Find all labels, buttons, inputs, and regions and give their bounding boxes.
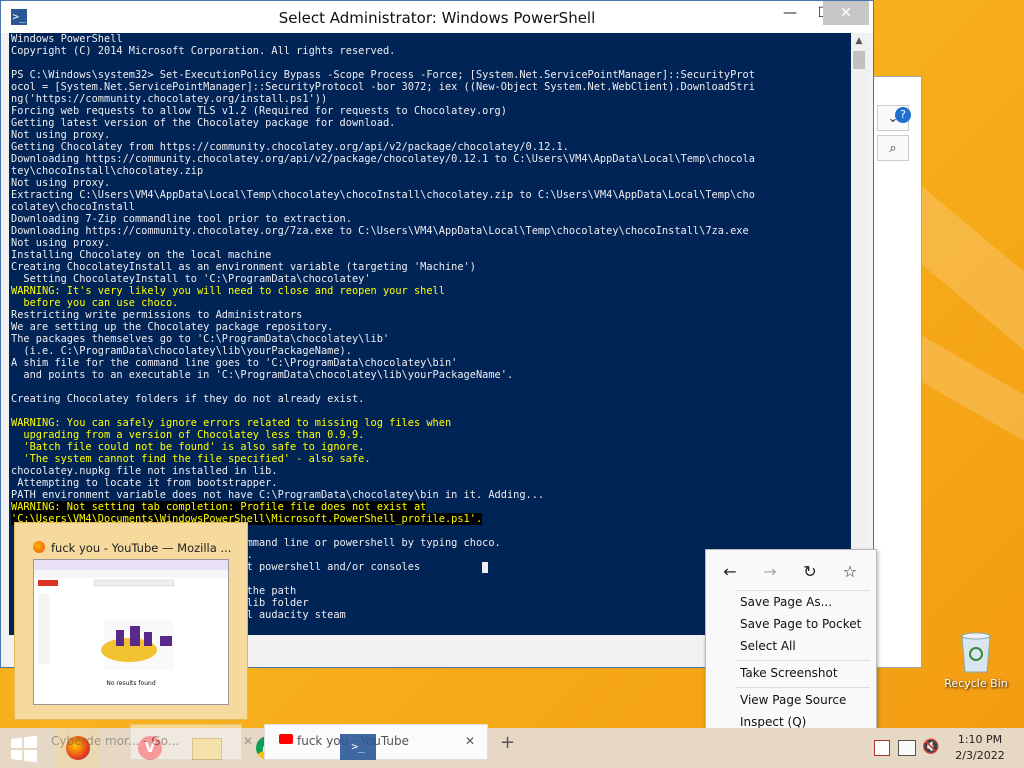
console-line: chocolatey.nupkg file not installed in l…: [11, 465, 278, 477]
menu-item-save-to-pocket[interactable]: Save Page to Pocket: [740, 617, 861, 631]
back-icon[interactable]: ←: [718, 562, 742, 586]
search-icon[interactable]: ⌕: [877, 135, 909, 161]
browser-context-menu: ← → ↻ ☆ Save Page As... Save Page to Poc…: [705, 549, 877, 735]
vertical-scrollbar[interactable]: ▲ ▼: [851, 33, 867, 635]
action-center-icon[interactable]: [874, 740, 890, 756]
tab-youtube[interactable]: fuck you - YouTube ✕: [264, 724, 488, 760]
console-line: upgrading from a version of Chocolatey l…: [11, 429, 365, 441]
reload-icon[interactable]: ↻: [798, 562, 822, 586]
menu-item-select-all[interactable]: Select All: [740, 639, 796, 653]
taskbar-powershell[interactable]: >_: [340, 734, 376, 760]
console-line: WARNING: It's very likely you will need …: [11, 285, 445, 297]
recycle-bin[interactable]: Recycle Bin: [942, 630, 1010, 690]
console-line: Installing Chocolatey on the local machi…: [11, 249, 272, 261]
title-bar[interactable]: >_ Select Administrator: Windows PowerSh…: [1, 1, 873, 33]
menu-item-view-page-source[interactable]: View Page Source: [740, 693, 846, 707]
console-line: 'Batch file could not be found' is also …: [11, 441, 365, 453]
close-tab-icon[interactable]: ✕: [243, 734, 253, 748]
firefox-icon: [33, 541, 45, 553]
window-title: Select Administrator: Windows PowerShell: [278, 9, 596, 27]
console-line: before you can use choco.: [11, 297, 179, 309]
console-line: Downloading https://community.chocolatey…: [11, 153, 755, 165]
console-line: Not using proxy.: [11, 129, 111, 141]
thumbnail-image: No results found: [33, 559, 229, 705]
console-line: Creating Chocolatey folders if they do n…: [11, 393, 365, 405]
network-icon[interactable]: [898, 740, 916, 756]
console-line: Downloading https://community.chocolatey…: [11, 225, 749, 237]
text-cursor: [482, 561, 489, 573]
console-line: Downloading 7-Zip commandline tool prior…: [11, 213, 352, 225]
console-line: Setting ChocolateyInstall to 'C:\Program…: [11, 273, 371, 285]
console-line: Getting Chocolatey from https://communit…: [11, 141, 569, 153]
bookmark-star-icon[interactable]: ☆: [838, 562, 862, 586]
console-line: Attempting to locate it from bootstrappe…: [11, 477, 278, 489]
console-line: Windows PowerShell: [11, 33, 123, 45]
thumbnail-title: fuck you - YouTube — Mozilla ...: [51, 541, 232, 555]
clock-time[interactable]: 1:10 PM: [950, 733, 1010, 746]
scroll-thumb[interactable]: [853, 51, 865, 69]
console-line: Forcing web requests to allow TLS v1.2 (…: [11, 105, 507, 117]
context-nav-row: ← → ↻ ☆: [706, 558, 876, 586]
menu-separator: [736, 687, 870, 688]
console-line: Extracting C:\Users\VM4\AppData\Local\Te…: [11, 189, 755, 201]
console-line: Not using proxy.: [11, 237, 111, 249]
console-line: colatey\chocoInstall: [11, 201, 135, 213]
background-window: ⌄ ⌕ ?: [870, 76, 922, 668]
console-line: tey\chocoInstall\chocolatey.zip: [11, 165, 204, 177]
console-line: PS C:\Windows\system32> Set-ExecutionPol…: [11, 69, 755, 81]
console-line: The packages themselves go to 'C:\Progra…: [11, 333, 390, 345]
forward-icon[interactable]: →: [758, 562, 782, 586]
recycle-bin-icon: [961, 632, 991, 673]
console-line: Copyright (C) 2014 Microsoft Corporation…: [11, 45, 396, 57]
close-button[interactable]: ✕: [823, 1, 869, 25]
help-icon[interactable]: ?: [895, 107, 911, 123]
console-line: Getting latest version of the Chocolatey…: [11, 117, 396, 129]
console-line: Not using proxy.: [11, 177, 111, 189]
minimize-button[interactable]: —: [773, 1, 807, 25]
console-line: (i.e. C:\ProgramData\chocolatey\lib\your…: [11, 345, 352, 357]
console-line: ng('https://community.chocolatey.org/ins…: [11, 93, 328, 105]
clock-date[interactable]: 2/3/2022: [950, 749, 1010, 762]
taskbar-thumbnail-preview[interactable]: fuck you - YouTube — Mozilla ... No resu…: [14, 522, 248, 720]
tab-google-label: Cyberde mor... - Go...: [51, 734, 180, 748]
new-tab-button[interactable]: +: [500, 732, 515, 753]
console-line: WARNING: Not setting tab completion: Pro…: [11, 501, 427, 513]
close-tab-icon[interactable]: ✕: [465, 734, 475, 748]
start-button[interactable]: [10, 735, 38, 763]
menu-separator: [736, 660, 870, 661]
volume-muted-icon[interactable]: 🔇: [922, 739, 939, 755]
menu-separator: [736, 590, 870, 591]
recycle-bin-label: Recycle Bin: [944, 677, 1008, 690]
console-line: We are setting up the Chocolatey package…: [11, 321, 334, 333]
no-results-text: No results found: [106, 680, 156, 687]
menu-item-inspect[interactable]: Inspect (Q): [740, 715, 806, 729]
menu-item-save-page-as[interactable]: Save Page As...: [740, 595, 832, 609]
youtube-icon: [279, 734, 293, 744]
taskbar: V Cyberde mor... - Go... ✕ fuck you - Yo…: [0, 724, 1024, 768]
tab-google[interactable]: Cyberde mor... - Go... ✕: [51, 724, 253, 760]
scroll-up-icon[interactable]: ▲: [851, 33, 867, 49]
console-line: A shim file for the command line goes to…: [11, 357, 458, 369]
console-line: Creating ChocolateyInstall as an environ…: [11, 261, 476, 273]
console-line: PATH environment variable does not have …: [11, 489, 545, 501]
console-line: WARNING: You can safely ignore errors re…: [11, 417, 452, 429]
console-line: and points to an executable in 'C:\Progr…: [11, 369, 514, 381]
console-line: 'The system cannot find the file specifi…: [11, 453, 371, 465]
menu-item-take-screenshot[interactable]: Take Screenshot: [740, 666, 838, 680]
console-line: Restricting write permissions to Adminis…: [11, 309, 303, 321]
console-line: ocol = [System.Net.ServicePointManager]:…: [11, 81, 755, 93]
